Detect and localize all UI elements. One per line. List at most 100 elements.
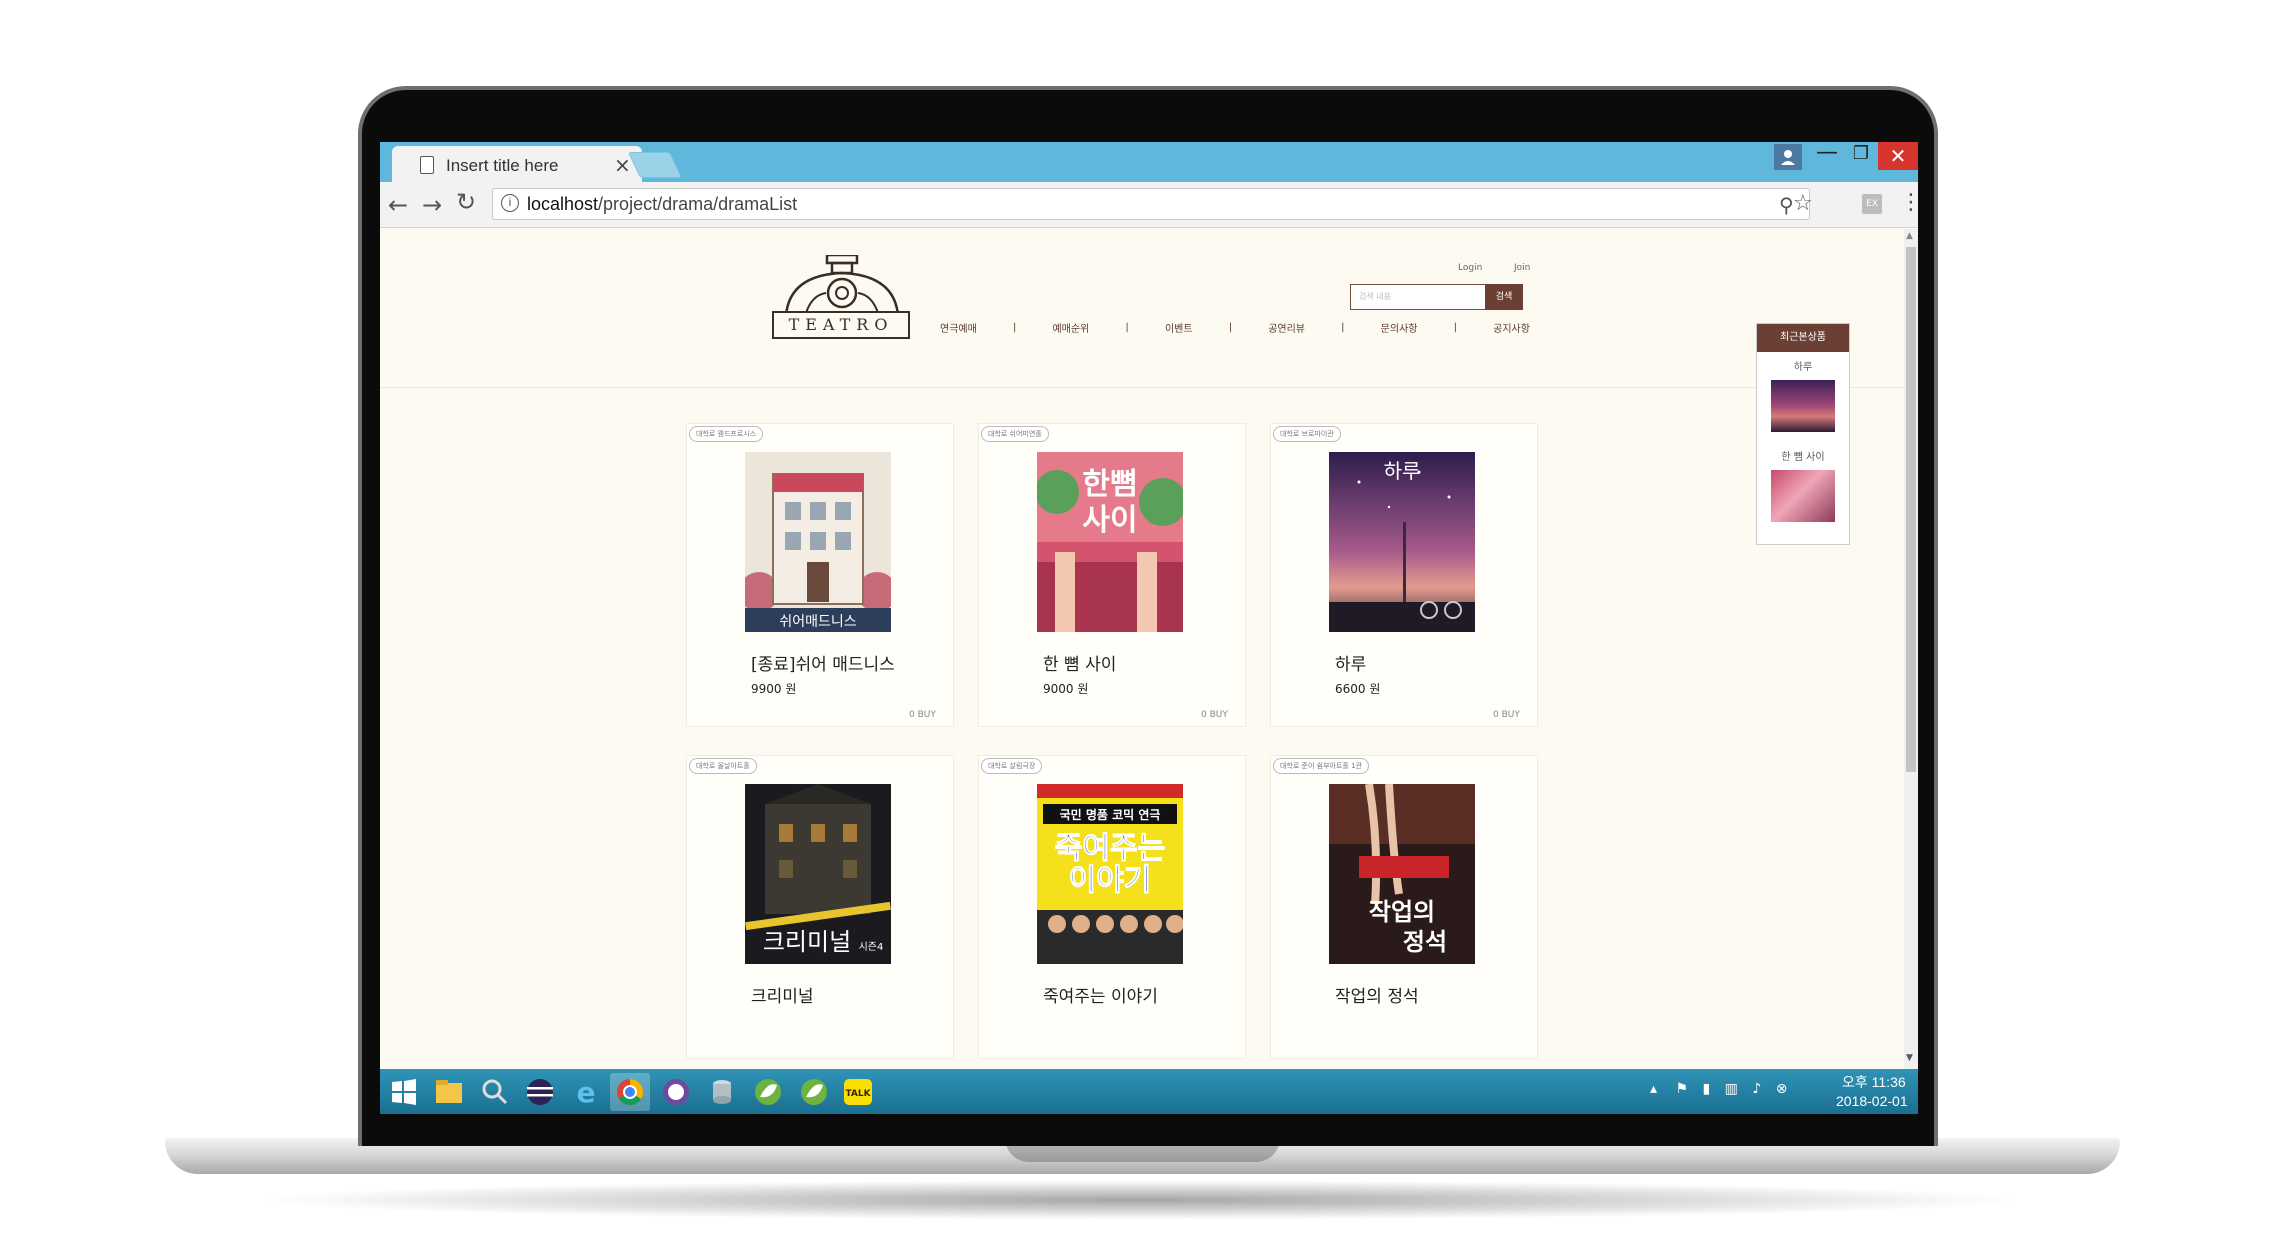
clock-time[interactable]: 오후 11:36: [1842, 1072, 1906, 1092]
product-card[interactable]: 대학로 브로마이관 하루 하루 6600 원 0 BUY: [1270, 423, 1538, 727]
browser-menu-icon[interactable]: ⋮: [1900, 190, 1918, 215]
eclipse-icon[interactable]: [520, 1073, 560, 1111]
venue-tag: 대학로 준이 쉼부아트홀 1관: [1273, 758, 1369, 774]
logo-text[interactable]: TEATRO: [772, 311, 910, 339]
poster-image[interactable]: 하루: [1329, 452, 1475, 632]
back-arrow-icon[interactable]: ←: [388, 191, 408, 219]
poster-title-text: 한뼘: [1082, 467, 1137, 502]
nav-separator: |: [1012, 321, 1017, 333]
search-tool-icon[interactable]: [474, 1073, 514, 1111]
nav-item-ranking[interactable]: 예매순위: [1052, 320, 1089, 335]
volume-icon[interactable]: ♪: [1752, 1081, 1761, 1097]
nav-item-event[interactable]: 이벤트: [1165, 320, 1193, 335]
product-title[interactable]: 죽여주는 이야기: [1043, 982, 1158, 1007]
recent-item-thumbnail[interactable]: [1771, 380, 1835, 432]
windows-start-icon[interactable]: [384, 1073, 424, 1111]
zoom-icon[interactable]: ⚲: [1779, 193, 1794, 217]
forward-arrow-icon[interactable]: →: [422, 191, 442, 219]
page-scrollbar[interactable]: ▲ ▼: [1904, 229, 1918, 1069]
poster-image[interactable]: 쉬어매드니스: [745, 452, 891, 632]
bookmark-star-icon[interactable]: ☆: [1793, 191, 1813, 216]
signal-icon[interactable]: ▥: [1725, 1081, 1738, 1097]
product-title[interactable]: [종료]쉬어 매드니스: [751, 650, 895, 675]
battery-icon[interactable]: ▮: [1703, 1081, 1711, 1097]
kakaotalk-icon[interactable]: TALK: [838, 1073, 878, 1111]
search-input[interactable]: 검색 내용: [1350, 284, 1488, 310]
close-window-button[interactable]: ✕: [1878, 142, 1918, 170]
tray-expand-icon[interactable]: ▴: [1650, 1081, 1657, 1097]
nav-item-inquiry[interactable]: 문의사항: [1381, 320, 1418, 335]
extension-icon[interactable]: EX: [1862, 194, 1882, 214]
minimize-window-button[interactable]: —: [1812, 142, 1842, 168]
venue-tag: 대학로 쉬어미연홀: [981, 426, 1049, 442]
poster-title-text: 쉬어매드니스: [779, 614, 856, 630]
poster-title-text: 크리미널: [763, 928, 851, 956]
reload-icon[interactable]: ↻: [456, 188, 476, 216]
file-explorer-icon[interactable]: [428, 1073, 468, 1111]
product-title[interactable]: 크리미널: [751, 982, 814, 1007]
scroll-up-icon[interactable]: ▲: [1906, 231, 1913, 241]
search-placeholder: 검색 내용: [1359, 292, 1391, 301]
main-nav: 연극예매 | 예매순위 | 이벤트 | 공연리뷰 | 문의사항 | 공지사항: [940, 317, 1530, 337]
nav-item-review[interactable]: 공연리뷰: [1268, 320, 1305, 335]
product-title[interactable]: 하루: [1335, 650, 1366, 675]
poster-image[interactable]: 작업의 정석: [1329, 784, 1475, 964]
tab-close-icon[interactable]: ×: [614, 153, 631, 177]
page-icon: [420, 156, 434, 174]
nav-separator: |: [1453, 321, 1457, 333]
product-card[interactable]: 대학로 쉬어미연홀 한뼘 사이 한 뼘 사이 9000 원 0 BUY: [978, 423, 1246, 727]
venue-tag: 대학로 살림극장: [981, 758, 1043, 774]
restore-window-button[interactable]: ❐: [1846, 142, 1876, 168]
login-link[interactable]: Login: [1458, 263, 1482, 273]
scrollbar-thumb[interactable]: [1906, 247, 1916, 772]
product-card[interactable]: 대학로 웬드프로시스 쉬어매드니스 [종료]쉬어 매드니스 9900 원 0 B…: [686, 423, 954, 727]
join-link[interactable]: Join: [1514, 263, 1530, 273]
recent-item-label[interactable]: 하루: [1757, 358, 1849, 373]
nav-item-ticketing[interactable]: 연극예매: [940, 320, 977, 335]
product-card[interactable]: 대학로 살림극장 국민 명품 코믹 연극 죽여주는 이야기 죽여주는 이야기: [978, 755, 1246, 1059]
product-price: 6600 원: [1335, 682, 1381, 696]
browser-tab[interactable]: Insert title here ×: [392, 146, 642, 182]
svg-text:TALK: TALK: [845, 1089, 871, 1099]
nav-separator: |: [1341, 321, 1345, 333]
product-card[interactable]: 대학로 올날아트홀 크리미널 시즌4 크리미널: [686, 755, 954, 1059]
windows-taskbar: e TALK ▴ ⚑ ▮ ▥ ♪ ⊗ 오후 11:36 2018-02-01: [380, 1069, 1918, 1114]
clock-date[interactable]: 2018-02-01: [1836, 1093, 1908, 1109]
site-info-icon[interactable]: i: [501, 194, 519, 212]
browser-toolbar: ← → ↻ i localhost/project/drama/dramaLis…: [380, 182, 1918, 228]
poster-image[interactable]: 크리미널 시즌4: [745, 784, 891, 964]
tab-title: Insert title here: [446, 156, 559, 175]
poster-tagline-text: 국민 명품 코믹 연극: [1060, 807, 1161, 822]
network-icon[interactable]: ⊗: [1776, 1081, 1788, 1097]
poster-image[interactable]: 한뼘 사이: [1037, 452, 1183, 632]
spring-tool-icon[interactable]: [794, 1073, 834, 1111]
poster-title-text: 작업의: [1369, 898, 1435, 926]
url-host: localhost: [527, 194, 599, 214]
github-icon[interactable]: [656, 1073, 696, 1111]
product-card[interactable]: 대학로 준이 쉼부아트홀 1관 작업의 정석 작업의 정석: [1270, 755, 1538, 1059]
nav-item-notice[interactable]: 공지사항: [1493, 320, 1530, 335]
nav-separator: |: [1125, 321, 1129, 333]
recent-item-thumbnail[interactable]: [1771, 470, 1835, 522]
address-url[interactable]: localhost/project/drama/dramaList: [527, 194, 797, 215]
database-icon[interactable]: [702, 1073, 742, 1111]
venue-tag: 대학로 웬드프로시스: [689, 426, 764, 442]
nav-separator: |: [1228, 321, 1233, 333]
poster-image[interactable]: 국민 명품 코믹 연극 죽여주는 이야기: [1037, 784, 1183, 964]
user-profile-icon[interactable]: [1774, 144, 1802, 170]
search-button[interactable]: 검색: [1485, 284, 1523, 310]
buy-count: 0 BUY: [1201, 710, 1228, 720]
venue-tag: 대학로 올날아트홀: [689, 758, 757, 774]
chrome-icon[interactable]: [610, 1073, 650, 1111]
flag-icon[interactable]: ⚑: [1675, 1081, 1688, 1097]
recently-viewed-panel: 최근본상품 하루 한 뼘 사이: [1756, 323, 1850, 545]
scroll-down-icon[interactable]: ▼: [1906, 1053, 1913, 1063]
address-bar[interactable]: i localhost/project/drama/dramaList ⚲ ☆: [492, 188, 1813, 220]
internet-explorer-icon[interactable]: e: [566, 1073, 606, 1111]
recent-item-label[interactable]: 한 뼘 사이: [1757, 448, 1849, 463]
url-path: /project/drama/dramaList: [598, 194, 798, 214]
product-title[interactable]: 작업의 정석: [1335, 982, 1419, 1007]
buy-count: 0 BUY: [909, 710, 936, 720]
spring-tool-icon[interactable]: [748, 1073, 788, 1111]
product-title[interactable]: 한 뼘 사이: [1043, 650, 1116, 675]
